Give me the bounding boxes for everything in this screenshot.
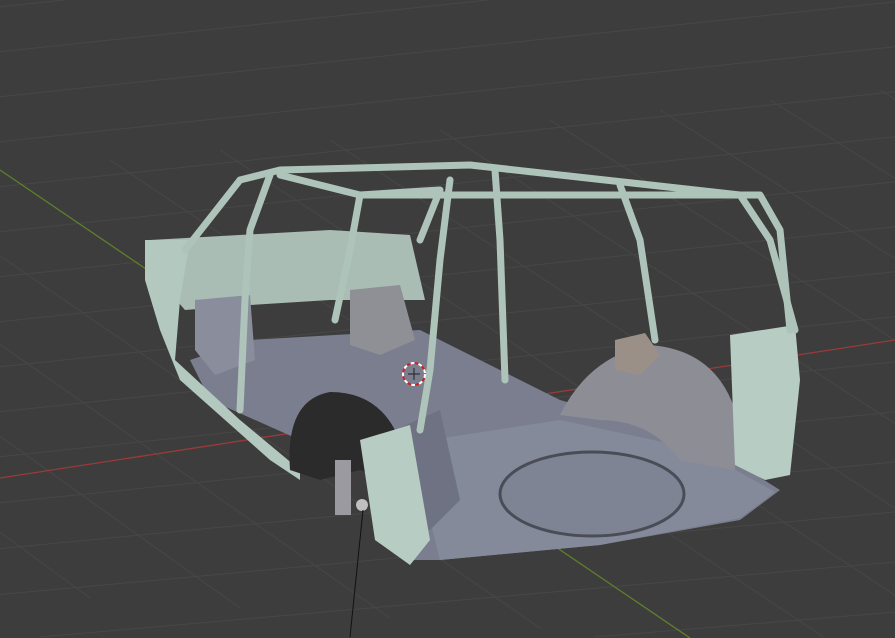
- 3d-viewport[interactable]: [0, 0, 895, 638]
- rear-quarter-panel: [730, 325, 800, 480]
- front-strut: [335, 460, 351, 515]
- spare-wheel-well: [498, 450, 686, 538]
- hub: [356, 499, 368, 511]
- viewport-canvas[interactable]: [0, 0, 895, 638]
